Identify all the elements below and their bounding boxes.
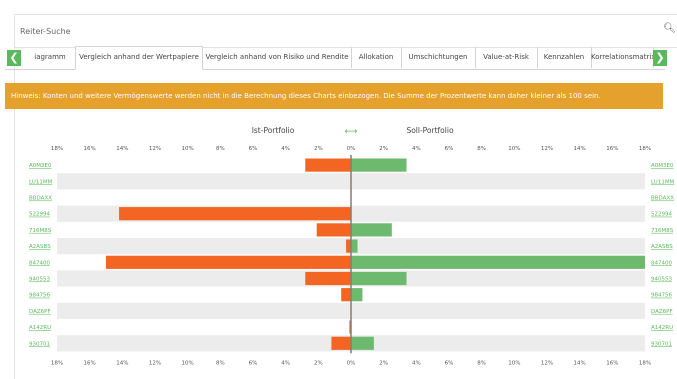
bar-soll xyxy=(351,288,363,302)
x-tick-label-top: 18% xyxy=(639,146,651,152)
bar-soll xyxy=(351,223,392,237)
bar-ist xyxy=(305,271,351,286)
security-link-left[interactable]: 522994 xyxy=(29,212,50,218)
x-tick-label-top: 18% xyxy=(51,146,63,152)
legend-swap-icon: ⟷ xyxy=(345,127,358,137)
x-tick-label-top: 6% xyxy=(249,146,258,152)
x-tick-label-top: 8% xyxy=(477,146,486,152)
bar-ist xyxy=(106,255,351,269)
security-link-left[interactable]: LU11MM xyxy=(29,179,53,185)
x-tick-label-bottom: 4% xyxy=(412,360,421,366)
security-link-right[interactable]: 930701 xyxy=(651,341,672,347)
security-link-left[interactable]: A142RU xyxy=(29,325,51,331)
security-link-right[interactable]: LU11MM xyxy=(651,179,675,185)
security-link-left[interactable]: 930701 xyxy=(29,341,50,347)
x-tick-label-top: 4% xyxy=(281,146,290,152)
x-tick-label-top: 6% xyxy=(445,146,454,152)
x-tick-label-bottom: 6% xyxy=(445,360,454,366)
x-tick-label-bottom: 12% xyxy=(541,360,553,366)
x-tick-label-bottom: 18% xyxy=(639,360,651,366)
bar-soll xyxy=(351,336,374,350)
x-tick-label-top: 8% xyxy=(216,146,225,152)
bar-soll xyxy=(351,255,645,269)
x-tick-label-top: 16% xyxy=(606,146,618,152)
x-tick-label-bottom: 6% xyxy=(249,360,258,366)
x-tick-label-top: 4% xyxy=(412,146,421,152)
bar-soll xyxy=(351,271,407,286)
x-tick-label-top: 10% xyxy=(508,146,520,152)
security-link-left[interactable]: DAZ6PF xyxy=(29,309,51,315)
bar-soll xyxy=(351,158,407,172)
security-link-right[interactable]: 522994 xyxy=(651,212,672,218)
x-tick-label-bottom: 4% xyxy=(281,360,290,366)
bar-ist xyxy=(316,223,351,237)
x-tick-label-top: 0% xyxy=(347,146,356,152)
x-tick-label-top: 2% xyxy=(379,146,388,152)
security-link-left[interactable]: A0M3E0 xyxy=(29,163,52,169)
security-link-left[interactable]: 716M8S xyxy=(29,228,52,234)
security-link-right[interactable]: 940553 xyxy=(651,277,672,283)
security-link-right[interactable]: BBDAXX xyxy=(651,196,674,202)
x-tick-label-top: 10% xyxy=(182,146,194,152)
x-tick-label-bottom: 18% xyxy=(51,360,63,366)
security-link-right[interactable]: DAZ6PF xyxy=(651,309,673,315)
x-tick-label-bottom: 14% xyxy=(116,360,128,366)
security-link-left[interactable]: BBDAXX xyxy=(29,196,52,202)
x-tick-label-bottom: 16% xyxy=(84,360,96,366)
bar-ist xyxy=(305,158,351,172)
x-tick-label-top: 14% xyxy=(116,146,128,152)
bar-ist xyxy=(331,336,351,350)
x-tick-label-bottom: 2% xyxy=(379,360,388,366)
x-tick-label-top: 14% xyxy=(574,146,586,152)
x-tick-label-top: 12% xyxy=(541,146,553,152)
x-tick-label-bottom: 8% xyxy=(477,360,486,366)
security-link-right[interactable]: A2ASBS xyxy=(651,244,673,250)
x-tick-label-top: 2% xyxy=(314,146,323,152)
security-link-right[interactable]: 847400 xyxy=(651,260,672,266)
x-tick-label-bottom: 8% xyxy=(216,360,225,366)
security-link-right[interactable]: A142RU xyxy=(651,325,673,331)
security-link-left[interactable]: A2ASBS xyxy=(29,244,51,250)
security-link-left[interactable]: 847400 xyxy=(29,260,50,266)
x-tick-label-bottom: 12% xyxy=(149,360,161,366)
x-tick-label-bottom: 0% xyxy=(347,360,356,366)
security-link-right[interactable]: A0M3E0 xyxy=(651,163,674,169)
security-link-right[interactable]: 984756 xyxy=(651,293,672,299)
x-tick-label-bottom: 10% xyxy=(508,360,520,366)
security-link-left[interactable]: 984756 xyxy=(29,293,50,299)
x-tick-label-top: 16% xyxy=(84,146,96,152)
bar-soll xyxy=(351,239,358,253)
legend-ist: Ist-Portfolio xyxy=(252,126,295,135)
x-tick-label-bottom: 16% xyxy=(606,360,618,366)
x-tick-label-top: 12% xyxy=(149,146,161,152)
x-tick-label-bottom: 14% xyxy=(574,360,586,366)
x-tick-label-bottom: 10% xyxy=(182,360,194,366)
security-link-left[interactable]: 940553 xyxy=(29,277,50,283)
legend-soll: Soll-Portfolio xyxy=(406,126,453,135)
bar-ist xyxy=(119,207,351,221)
bar-ist xyxy=(341,288,351,302)
x-tick-label-bottom: 2% xyxy=(314,360,323,366)
security-link-right[interactable]: 716M8S xyxy=(651,228,674,234)
comparison-chart: Ist-Portfolio ⟷ Soll-Portfolio 18% 18% 16% 16%… xyxy=(29,126,675,366)
